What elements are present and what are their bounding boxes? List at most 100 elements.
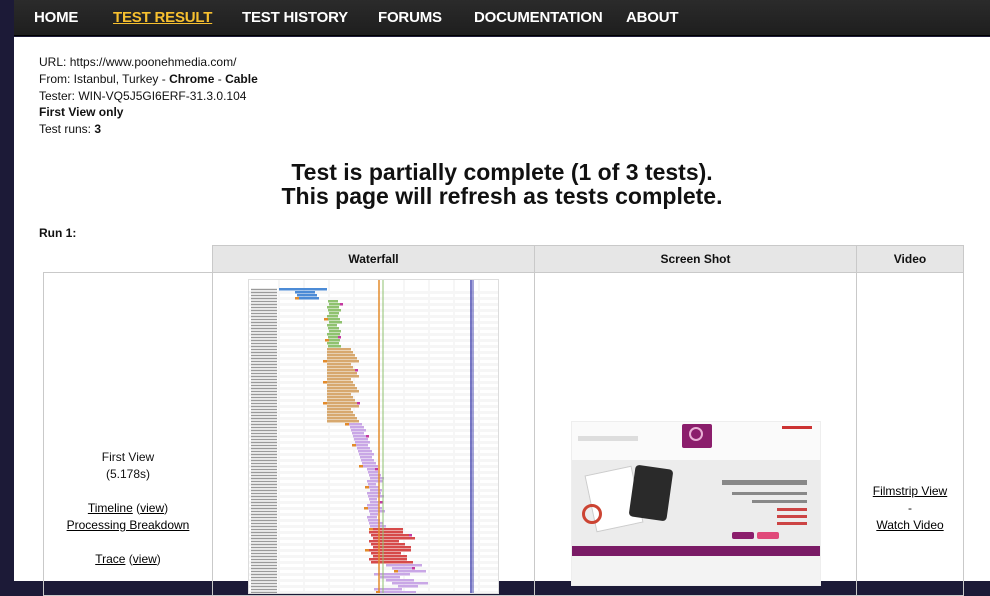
timeline-link[interactable]: Timeline [88, 501, 133, 515]
row-label [251, 483, 277, 486]
screenshot-thumbnail[interactable] [571, 421, 821, 586]
connect-bar [345, 423, 349, 426]
row-stripe [249, 591, 498, 593]
nav-documentation[interactable]: DOCUMENTATION [474, 9, 603, 26]
request-bar [392, 567, 412, 570]
connect-bar [359, 465, 363, 468]
request-bar [327, 363, 351, 366]
connect-bar [325, 339, 329, 342]
request-bar [373, 528, 403, 531]
row-stripe [249, 423, 498, 426]
waterfall-chart [249, 280, 498, 593]
request-bar [327, 324, 337, 327]
row-label [251, 546, 277, 549]
runs-line: Test runs: 3 [39, 121, 258, 138]
nav-about[interactable]: ABOUT [626, 9, 679, 26]
from-line: From: Istanbul, Turkey - Chrome - Cable [39, 71, 258, 88]
request-bar [362, 462, 376, 465]
row-stripe [249, 363, 498, 366]
connect-bar [323, 360, 327, 363]
timeline-view-link[interactable]: view [140, 501, 164, 515]
request-bar [329, 339, 340, 342]
request-bar [328, 309, 341, 312]
row-stripe [249, 435, 498, 438]
nav-home[interactable]: HOME [34, 9, 78, 26]
row-label [251, 468, 277, 471]
request-bar [356, 444, 368, 447]
request-bar [328, 327, 339, 330]
request-bar [371, 534, 409, 537]
row-stripe [249, 333, 498, 336]
first-view-label: First View [101, 450, 155, 464]
request-bar [361, 459, 374, 462]
filmstrip-view-link[interactable]: Filmstrip View [873, 484, 947, 498]
row-label [251, 591, 277, 593]
request-bar [369, 486, 379, 489]
nav-test-result[interactable]: TEST RESULT [113, 9, 212, 26]
row-label [251, 534, 277, 537]
request-bar [369, 498, 377, 501]
waterfall-thumbnail[interactable] [248, 279, 499, 594]
search-box [578, 436, 638, 441]
request-bar [359, 453, 374, 456]
request-bar [327, 366, 353, 369]
row-stripe [249, 303, 498, 306]
request-bar [374, 588, 402, 591]
trace-view-link[interactable]: view [133, 552, 157, 566]
nav-test-history[interactable]: TEST HISTORY [242, 9, 348, 26]
row-label [251, 303, 277, 306]
request-bar [327, 411, 353, 414]
request-bar [386, 564, 422, 567]
request-bar [367, 504, 379, 507]
row-stripe [249, 291, 498, 294]
request-bar [327, 333, 340, 336]
load-time: (5.178s) [105, 467, 151, 481]
row-label [251, 318, 277, 321]
row-label [251, 381, 277, 384]
row-label [251, 519, 277, 522]
status-message: Test is partially complete (1 of 3 tests… [14, 160, 990, 208]
view-line: First View only [39, 104, 258, 121]
request-bar [360, 456, 372, 459]
request-bar [380, 591, 416, 593]
nav-forums[interactable]: FORUMS [378, 9, 442, 26]
request-bar [329, 330, 341, 333]
request-bar [327, 369, 355, 372]
ssl-bar [409, 534, 412, 537]
processing-breakdown-link[interactable]: Processing Breakdown [67, 518, 190, 532]
row-label [251, 426, 277, 429]
row-stripe [249, 309, 498, 312]
request-bar [328, 300, 338, 303]
browser-value: Chrome [169, 71, 215, 86]
row-stripe [249, 321, 498, 324]
row-label [251, 441, 277, 444]
trace-link[interactable]: Trace [95, 552, 125, 566]
connect-bar [364, 507, 368, 510]
row-stripe [249, 315, 498, 318]
row-label [251, 294, 277, 297]
row-label [251, 396, 277, 399]
row-stripe [249, 393, 498, 396]
connect-bar [295, 297, 299, 300]
row-label [251, 513, 277, 516]
video-cell: Filmstrip View - Watch Video [856, 272, 964, 596]
request-bar [327, 387, 357, 390]
request-bar [329, 303, 340, 306]
request-bar [392, 582, 428, 585]
from-label: From: [39, 71, 74, 86]
row-label [251, 453, 277, 456]
row-label [251, 558, 277, 561]
request-bar [327, 405, 359, 408]
row-label [251, 423, 277, 426]
request-bar [327, 417, 357, 420]
header-blank [43, 245, 213, 273]
location-value: Istanbul, Turkey [73, 71, 159, 86]
row-label [251, 375, 277, 378]
watch-video-link[interactable]: Watch Video [876, 518, 943, 532]
ssl-bar [355, 369, 358, 372]
row-label [251, 288, 277, 291]
connect-bar [369, 528, 373, 531]
connect-bar [365, 486, 369, 489]
row-label [251, 567, 277, 570]
row-label [251, 321, 277, 324]
